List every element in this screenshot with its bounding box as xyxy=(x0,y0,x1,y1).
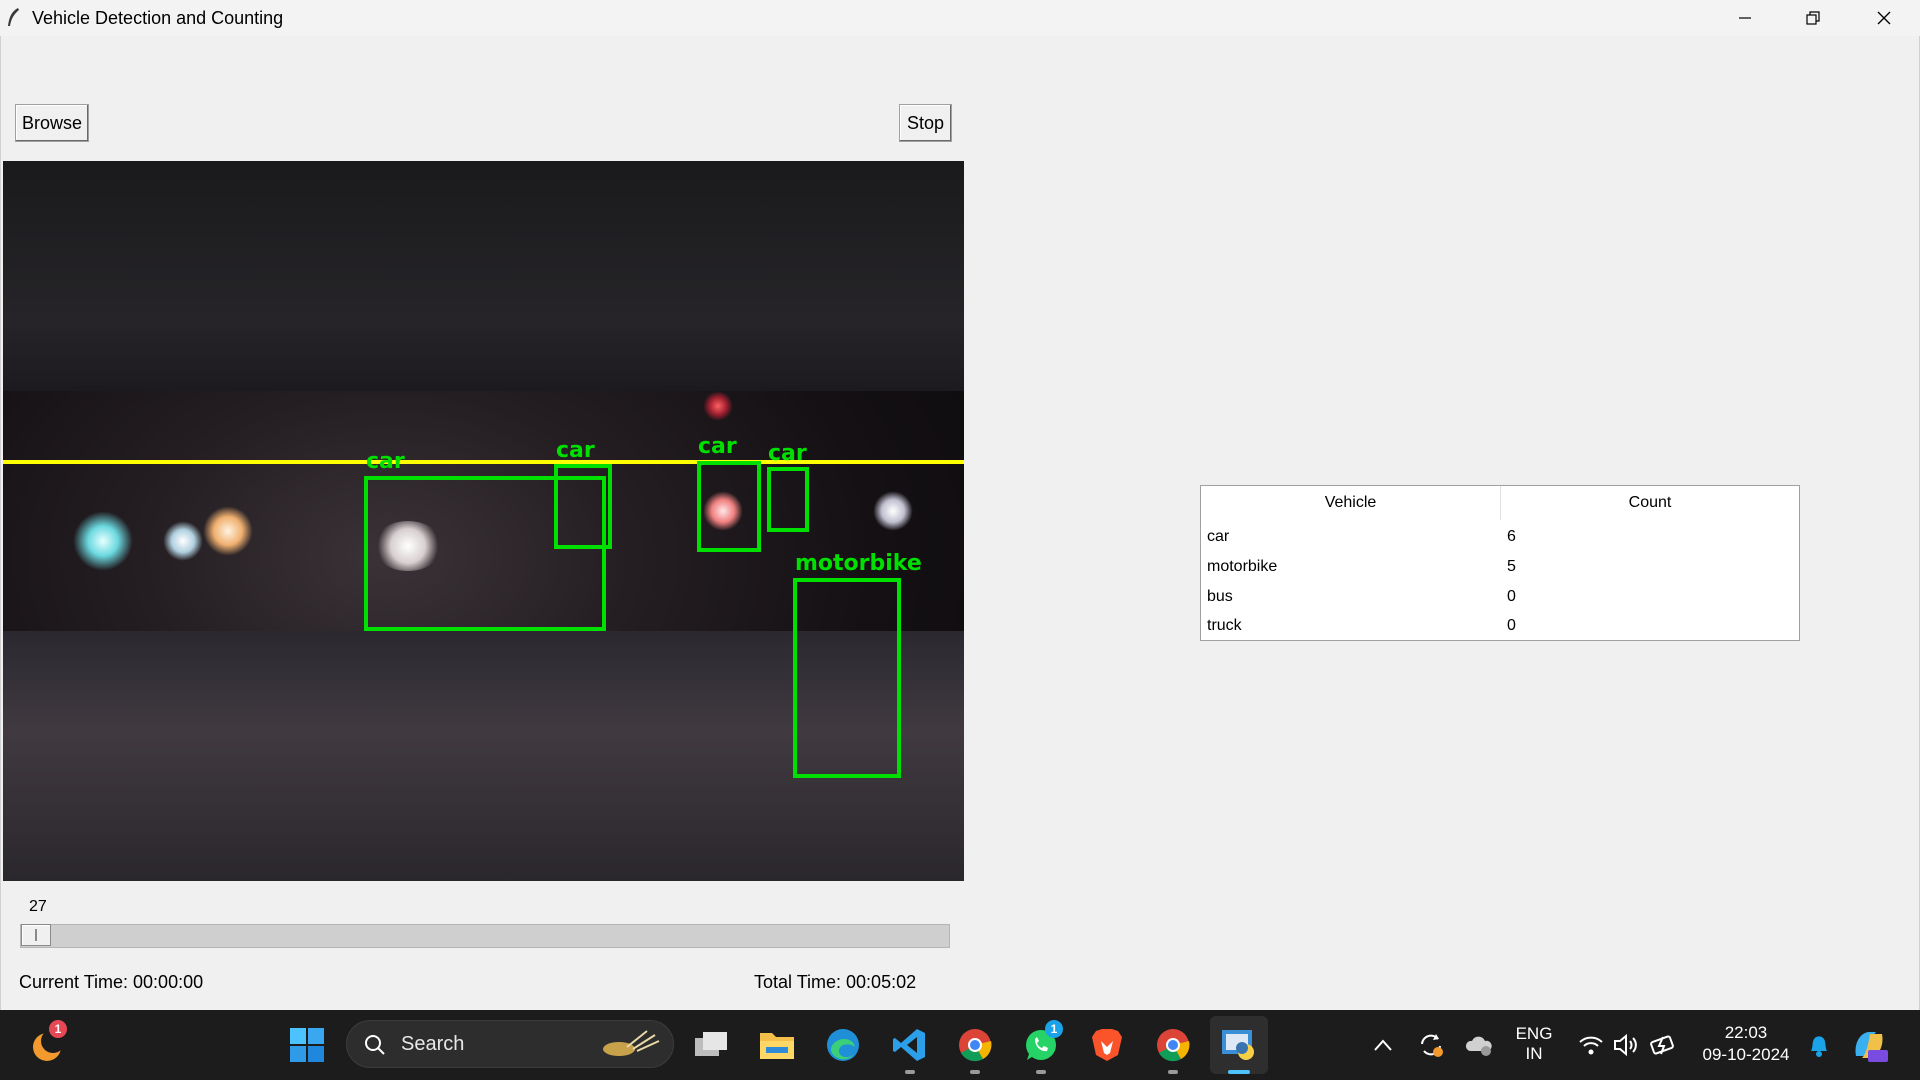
brave-browser-button[interactable] xyxy=(1086,1024,1128,1066)
table-row-vehicle[interactable]: car xyxy=(1207,522,1229,552)
current-time-label: Current Time: 00:00:00 xyxy=(19,972,204,992)
detection-label: car xyxy=(768,441,807,466)
detection-box xyxy=(697,461,761,552)
video-frame: car car car car motorbike xyxy=(3,161,964,881)
video-bridge-background xyxy=(3,161,964,391)
slider-value: 27 xyxy=(29,898,47,915)
chevron-up-icon xyxy=(1374,1039,1392,1051)
video-position-slider[interactable] xyxy=(20,924,950,948)
show-hidden-icons-button[interactable] xyxy=(1362,1024,1404,1066)
brave-lion-icon xyxy=(1092,1029,1122,1061)
running-indicator xyxy=(1036,1070,1046,1074)
restore-icon xyxy=(1806,11,1820,25)
clock[interactable]: 22:03 09-10-2024 xyxy=(1696,1022,1796,1066)
chrome-profile-a-button[interactable] xyxy=(954,1024,996,1066)
search-highlight-icon xyxy=(603,1030,660,1056)
vscode-icon xyxy=(893,1029,925,1061)
sync-tray-button[interactable] xyxy=(1410,1024,1452,1066)
battery-tray-button[interactable] xyxy=(1642,1024,1684,1066)
total-time-label: Total Time: 00:05:02 xyxy=(754,972,917,992)
window-title: Vehicle Detection and Counting xyxy=(32,8,284,28)
column-header-vehicle[interactable]: Vehicle xyxy=(1201,486,1500,520)
table-row-count[interactable]: 6 xyxy=(1507,522,1516,552)
task-view-button[interactable] xyxy=(690,1024,732,1066)
start-button[interactable] xyxy=(286,1024,328,1066)
chrome-profile-b-button[interactable] xyxy=(1152,1024,1194,1066)
language-code: ENG xyxy=(1515,1024,1553,1043)
task-view-icon xyxy=(695,1032,727,1056)
table-row-count[interactable]: 0 xyxy=(1507,582,1516,612)
python-app-button-active[interactable] xyxy=(1210,1016,1268,1074)
table-row-vehicle[interactable]: motorbike xyxy=(1207,552,1277,582)
detection-label: car xyxy=(698,434,737,459)
close-button[interactable] xyxy=(1849,0,1919,36)
copilot-button[interactable] xyxy=(1848,1024,1890,1066)
speaker-icon xyxy=(1614,1033,1637,1057)
folder-icon xyxy=(760,1033,794,1059)
detection-label: motorbike xyxy=(795,551,922,576)
close-icon xyxy=(1877,11,1891,25)
edge-browser-button[interactable] xyxy=(822,1024,864,1066)
onedrive-tray-button[interactable] xyxy=(1458,1024,1500,1066)
headlight-glow xyxy=(73,511,133,571)
chrome-icon xyxy=(1157,1029,1190,1062)
battery-charging-icon xyxy=(1650,1035,1674,1055)
running-indicator xyxy=(905,1070,915,1074)
chrome-icon xyxy=(959,1029,992,1062)
minimize-button[interactable] xyxy=(1710,0,1780,36)
taskbar: 1 Search 1 ENG IN 22:03 09-10-2024 xyxy=(0,1010,1920,1080)
table-row-vehicle[interactable]: truck xyxy=(1207,611,1242,641)
column-header-count[interactable]: Count xyxy=(1501,486,1799,520)
title-bar: Vehicle Detection and Counting xyxy=(0,0,1920,36)
notifications-button[interactable] xyxy=(1798,1024,1840,1066)
taskbar-search-box[interactable]: Search xyxy=(346,1020,674,1068)
active-indicator xyxy=(1228,1070,1250,1074)
language-indicator[interactable]: ENG IN xyxy=(1506,1024,1562,1064)
search-label: Search xyxy=(401,1033,465,1055)
table-row-count[interactable]: 0 xyxy=(1507,611,1516,641)
detection-label: car xyxy=(556,438,595,463)
notification-badge: 1 xyxy=(49,1020,67,1038)
keyboard-region: IN xyxy=(1525,1044,1543,1063)
detection-box xyxy=(767,467,809,532)
browse-button[interactable]: Browse xyxy=(15,104,89,142)
wifi-icon xyxy=(1579,1036,1603,1055)
detection-label: car xyxy=(366,449,405,474)
detection-box xyxy=(554,464,612,549)
edge-icon xyxy=(827,1029,859,1061)
bell-icon xyxy=(1811,1036,1827,1057)
vehicle-count-table: Vehicle Count car 6 motorbike 5 bus 0 tr… xyxy=(1200,485,1800,641)
table-row-count[interactable]: 5 xyxy=(1507,552,1516,582)
headlight-glow xyxy=(873,491,913,531)
clock-date: 09-10-2024 xyxy=(1702,1045,1790,1064)
table-row-vehicle[interactable]: bus xyxy=(1207,582,1233,612)
vscode-button[interactable] xyxy=(888,1024,930,1066)
headlight-glow xyxy=(203,506,253,556)
running-indicator xyxy=(970,1070,980,1074)
notification-badge: 1 xyxy=(1045,1020,1063,1038)
python-tk-icon xyxy=(1222,1030,1254,1060)
counting-line xyxy=(3,460,964,464)
detection-box xyxy=(793,578,901,778)
sync-icon xyxy=(1421,1034,1443,1057)
cloud-icon xyxy=(1465,1036,1492,1056)
headlight-glow xyxy=(163,521,203,561)
clock-time: 22:03 xyxy=(1724,1023,1768,1042)
signal-light xyxy=(703,391,733,421)
restore-button[interactable] xyxy=(1778,0,1848,36)
feather-app-icon xyxy=(8,8,19,26)
slider-thumb[interactable] xyxy=(21,924,51,946)
minimize-icon xyxy=(1739,17,1751,19)
file-explorer-button[interactable] xyxy=(756,1024,798,1066)
stop-button[interactable]: Stop xyxy=(899,104,952,142)
search-icon xyxy=(365,1035,385,1055)
windows-logo-icon xyxy=(290,1028,324,1062)
running-indicator xyxy=(1168,1070,1178,1074)
copilot-icon xyxy=(1855,1032,1888,1062)
